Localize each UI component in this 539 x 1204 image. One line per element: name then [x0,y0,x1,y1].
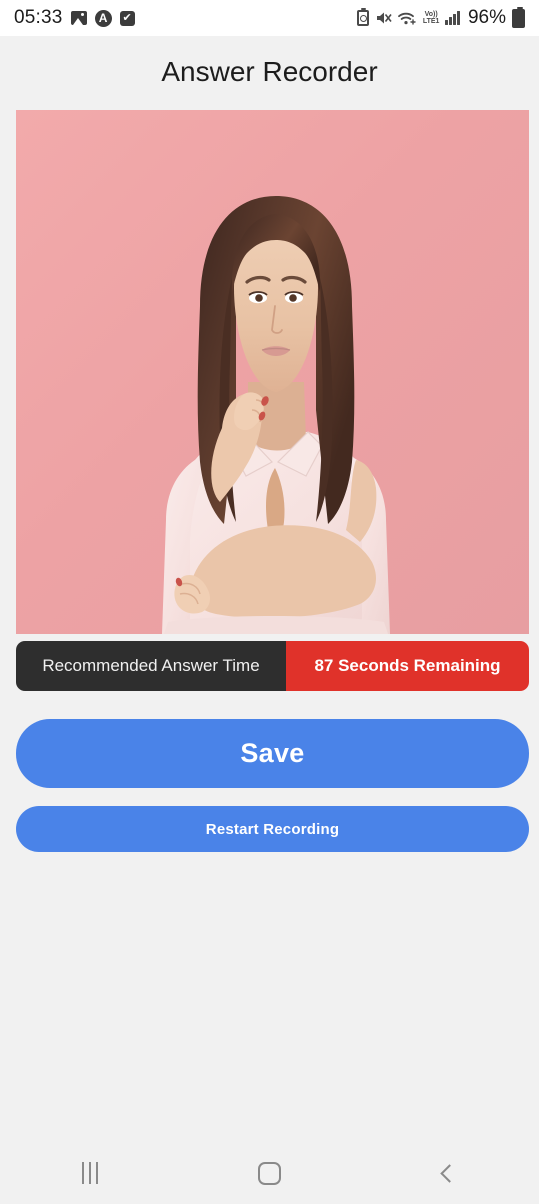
recording-preview-image [16,110,529,634]
status-bar-left: 05:33 A ✔ [14,7,135,29]
mute-icon [375,11,392,25]
wifi-icon [397,11,417,26]
home-icon [257,1161,281,1185]
status-bar: 05:33 A ✔ Vo)) LTE1 96% [0,0,539,36]
home-button[interactable] [209,1142,329,1204]
checkbox-icon: ✔ [119,10,135,26]
battery-percent: 96% [467,7,506,28]
save-button[interactable]: Save [16,719,529,788]
battery-icon [512,6,525,28]
volte-top: Vo)) [424,10,438,18]
back-button[interactable] [389,1142,509,1204]
restart-recording-button[interactable]: Restart Recording [16,806,529,852]
back-icon [439,1163,459,1183]
system-navigation-bar [0,1142,539,1204]
page-title: Answer Recorder [161,56,378,87]
status-time: 05:33 [14,7,63,28]
volte-icon: Vo)) LTE1 [423,11,440,26]
status-bar-right: Vo)) LTE1 96% [356,6,525,29]
recents-button[interactable] [30,1142,150,1204]
circle-a-icon: A [94,9,112,27]
portrait-illustration [16,110,529,634]
answer-time-bar: Recommended Answer Time 87 Seconds Remai… [16,641,529,691]
seconds-remaining-badge: 87 Seconds Remaining [286,641,529,691]
recents-icon [81,1162,98,1184]
gallery-icon [70,11,87,25]
recommended-answer-time-label: Recommended Answer Time [16,641,286,691]
volte-bottom: LTE1 [422,18,440,25]
battery-saver-icon [356,8,369,26]
signal-icon [445,11,460,25]
